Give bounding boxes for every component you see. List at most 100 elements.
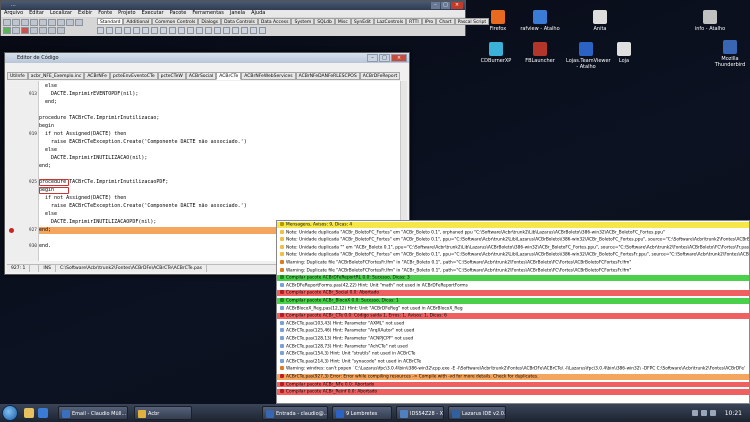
desktop-icon[interactable]: rafview - Atalho	[520, 10, 560, 32]
toggle-form-icon[interactable]	[48, 19, 56, 26]
message-row[interactable]: Compilar pacote ACBr_Social 0.0: Abortad…	[277, 290, 749, 296]
desktop-icon[interactable]: info - Atalho	[690, 10, 730, 32]
message-row[interactable]: Compilar pacote ACBrDFeReportRL 0.0: Suc…	[277, 275, 749, 281]
step-over-icon[interactable]	[39, 27, 47, 34]
code-line[interactable]: end;	[39, 163, 403, 170]
message-row[interactable]: Note: Unidade duplicada "ACBr_BoletoFC_F…	[277, 229, 749, 236]
start-button[interactable]	[2, 405, 18, 421]
pause-icon[interactable]	[12, 27, 20, 34]
options-icon[interactable]	[75, 19, 83, 26]
code-line[interactable]: begin	[39, 187, 403, 194]
palette-tab[interactable]: Common Controls	[152, 18, 199, 25]
save-all-icon[interactable]	[39, 19, 47, 26]
editor-tab[interactable]: ACBrNFe	[84, 72, 110, 80]
menu-item[interactable]: Pacote	[170, 10, 187, 17]
radiogroup-icon[interactable]	[223, 27, 230, 34]
message-row[interactable]: ACBrCTe.pas(154,3) Hint: Unit "strutils"…	[277, 351, 749, 357]
code-line[interactable]: else	[39, 83, 403, 90]
code-line[interactable]: if not Assigned(DACTE) then	[39, 195, 403, 202]
mainmenu-icon[interactable]	[106, 27, 113, 34]
editor-tab[interactable]: ACBrSocial	[185, 72, 217, 80]
taskbar-button[interactable]: Entrada - claudio@...	[262, 406, 328, 420]
frame-icon[interactable]	[250, 27, 257, 34]
taskbar-button[interactable]: Acbr	[134, 406, 192, 420]
message-row[interactable]: ACBrCTe.pas(927,3) Error: Error while co…	[277, 374, 749, 380]
message-row[interactable]: Compilar pacote ACBr_Reinf 0.0: Abortado	[277, 389, 749, 395]
minimize-button[interactable]: –	[431, 2, 440, 9]
button-icon[interactable]	[124, 27, 131, 34]
popupmenu-icon[interactable]	[115, 27, 122, 34]
palette-tab[interactable]: Misc	[334, 18, 351, 25]
menu-item[interactable]: Arquivo	[4, 10, 23, 17]
message-row[interactable]: Warning: Duplicate file "ACBrBoletoFCFor…	[277, 267, 749, 274]
menu-item[interactable]: Janela	[230, 10, 245, 17]
palette-tab[interactable]: SQLdb	[314, 18, 335, 25]
new-unit-icon[interactable]	[3, 19, 11, 26]
taskbar-button[interactable]: Email - Claudio Müll...	[58, 406, 128, 420]
menu-item[interactable]: Ajuda	[251, 10, 265, 17]
palette-tab[interactable]: SynEdit	[350, 18, 374, 25]
stop-icon[interactable]	[21, 27, 29, 34]
editor-maximize-button[interactable]: □	[379, 54, 390, 62]
code-line[interactable]: raise EACBrCTeException.Create('Componen…	[39, 203, 403, 210]
message-row[interactable]: ACBrCTe.pas(103,43) Hint: Parameter "AXM…	[277, 320, 749, 327]
edit-icon[interactable]	[142, 27, 149, 34]
editor-tab[interactable]: ACBrNFeWebServices	[241, 72, 296, 80]
editor-close-button[interactable]: ×	[391, 54, 407, 62]
message-row[interactable]: Compilar pacote ACBr_CTe 0.0: Código saí…	[277, 313, 749, 319]
message-row[interactable]: Note: Unidade duplicada "ACBr_BoletoFC_F…	[277, 252, 749, 258]
taskbar-button[interactable]: IDS54Z28 - XPMTS-D...	[396, 406, 444, 420]
new-form-icon[interactable]	[12, 19, 20, 26]
code-line[interactable]: else	[39, 147, 403, 154]
quicklaunch-explorer-icon[interactable]	[24, 408, 34, 418]
editor-tab[interactable]: pcteEnvEventoCTe	[109, 72, 158, 80]
close-button[interactable]: ×	[451, 2, 463, 9]
actionlist-icon[interactable]	[259, 27, 266, 34]
message-row[interactable]: Compilar pacote ACBr_NFe 0.0: Abortado	[277, 381, 749, 388]
code-line[interactable]: procedure TACBrCTe.ImprimirInutilizacao;	[39, 115, 403, 122]
palette-tab[interactable]: Standard	[97, 18, 124, 25]
maximize-button[interactable]: □	[441, 2, 450, 9]
groupbox-icon[interactable]	[214, 27, 221, 34]
volume-icon[interactable]	[700, 410, 707, 416]
editor-tab[interactable]: acbr_NFE_Exemplo.inc	[27, 72, 85, 80]
message-row[interactable]: ACBrBlocoX_Reg.pas(12,12) Hint: Unit "AC…	[277, 305, 749, 312]
message-row[interactable]: ACBrCTe.pas(125,46) Hint: Parameter "Arq…	[277, 328, 749, 334]
palette-tab[interactable]: Chart	[436, 18, 455, 25]
desktop-icon[interactable]: FBLauncher	[520, 42, 560, 64]
palette-tab[interactable]: IPro	[421, 18, 437, 25]
palette-tab[interactable]: System	[291, 18, 315, 25]
palette-tab[interactable]: Pascal Script	[454, 18, 490, 25]
editor-tab[interactable]: Utilnfe	[7, 72, 28, 80]
view-units-icon[interactable]	[57, 19, 65, 26]
flag-icon[interactable]	[709, 410, 716, 416]
code-line[interactable]: procedure TACBrCTe.ImprimirInutilizacaoP…	[39, 179, 403, 186]
desktop-icon[interactable]: Mozilla Thunderbird	[710, 40, 750, 68]
code-line[interactable]: end;	[39, 99, 403, 106]
palette-tab[interactable]: Data Access	[257, 18, 292, 25]
label-icon[interactable]	[133, 27, 140, 34]
memo-icon[interactable]	[151, 27, 158, 34]
code-line[interactable]: if not Assigned(DACTE) then	[39, 131, 403, 138]
togglebox-icon[interactable]	[160, 27, 167, 34]
combobox-icon[interactable]	[196, 27, 203, 34]
radiobutton-icon[interactable]	[178, 27, 185, 34]
message-row[interactable]: Warning: Duplicate file "ACBrBoletoFCFor…	[277, 260, 749, 266]
scrollbar-icon[interactable]	[205, 27, 212, 34]
code-line[interactable]: else	[39, 211, 403, 218]
checkbox-icon[interactable]	[169, 27, 176, 34]
message-row[interactable]: Note: Unidade duplicada "ACBr_BoletoFC_F…	[277, 237, 749, 243]
menu-item[interactable]: Editar	[29, 10, 44, 17]
desktop-icon[interactable]: Lojas.TeamViewer - Atalho	[566, 42, 611, 70]
clock[interactable]: 10:21	[725, 410, 742, 417]
message-row[interactable]: Warning: windres: can't popen `C:\Lazaru…	[277, 366, 749, 372]
desktop-icon[interactable]: Loja	[604, 42, 644, 64]
message-row[interactable]: ACBrCTe.pas(128,13) Hint: Parameter "ACN…	[277, 336, 749, 342]
view-forms-icon[interactable]	[66, 19, 74, 26]
code-line[interactable]: DACTE.ImprimirEVENTOPDF(nil);	[39, 91, 403, 98]
desktop-icon[interactable]: Anita	[580, 10, 620, 32]
message-row[interactable]: Compilar pacote ACBr_BlocoX 0.0: Sucesso…	[277, 298, 749, 304]
run-icon[interactable]	[3, 27, 11, 34]
code-line[interactable]: DACTE.ImprimirINUTILIZACAO(nil);	[39, 155, 403, 162]
open-icon[interactable]	[21, 19, 29, 26]
